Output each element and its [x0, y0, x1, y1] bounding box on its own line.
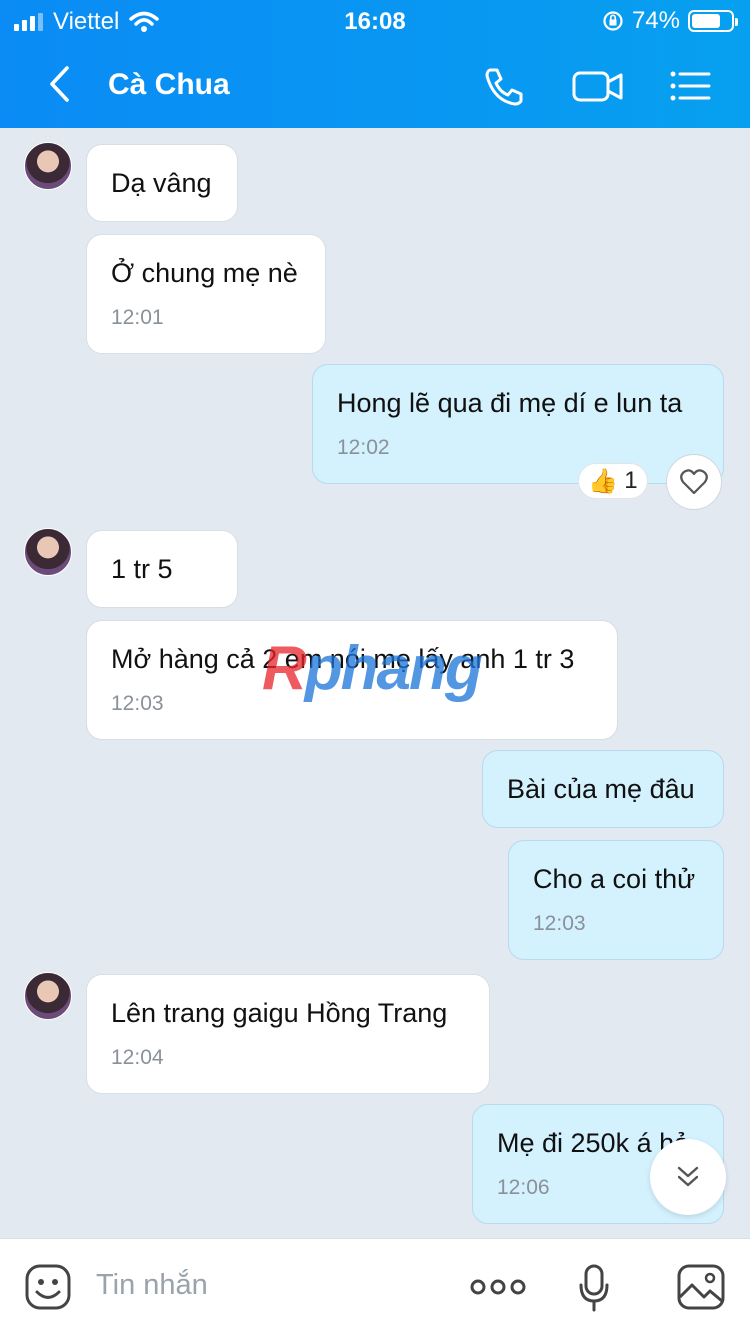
- message-text: Dạ vâng: [111, 168, 212, 198]
- message-time: 12:03: [533, 912, 586, 936]
- message-bubble[interactable]: 1 tr 5: [86, 530, 238, 609]
- phone-icon[interactable]: [480, 62, 528, 110]
- battery-icon: [688, 10, 738, 32]
- message-bubble[interactable]: Lên trang gaigu Hồng Trang 12:04: [86, 974, 490, 1094]
- back-arrow-icon[interactable]: [40, 62, 80, 106]
- scroll-to-bottom-button[interactable]: [650, 1139, 726, 1215]
- double-chevron-down-icon: [677, 1166, 699, 1187]
- status-right: 74%: [602, 7, 738, 35]
- thumbs-up-icon: 👍: [588, 467, 619, 495]
- reaction-count: 1: [624, 467, 638, 494]
- message-bubble[interactable]: Bài của mẹ đâu: [482, 750, 724, 829]
- message-composer: Tin nhắn: [0, 1238, 750, 1334]
- message-text: Bài của mẹ đâu: [507, 774, 695, 804]
- message-text: Cho a coi thử: [533, 864, 696, 894]
- watermark-logo: Rphang: [262, 634, 483, 703]
- heart-icon: [680, 469, 708, 495]
- more-options-icon[interactable]: [470, 1275, 526, 1299]
- menu-list-icon[interactable]: [666, 62, 714, 110]
- message-bubble[interactable]: Dạ vâng: [86, 144, 238, 223]
- status-bar: Viettel 16:08 74%: [0, 0, 750, 40]
- message-input[interactable]: Tin nhắn: [96, 1269, 208, 1302]
- message-text: 1 tr 5: [111, 554, 173, 584]
- contact-name[interactable]: Cà Chua: [108, 68, 230, 102]
- chat-area[interactable]: Dạ vâng Ở chung mẹ nè 12:01 Hong lẽ qua …: [0, 128, 750, 1238]
- message-text: Ở chung mẹ nè: [111, 258, 298, 288]
- video-call-icon[interactable]: [570, 62, 626, 110]
- message-bubble[interactable]: Hong lẽ qua đi mẹ dí e lun ta 12:02: [312, 364, 724, 484]
- nav-bar: Cà Chua: [0, 44, 750, 128]
- message-bubble[interactable]: Ở chung mẹ nè 12:01: [86, 234, 326, 354]
- message-time: 12:04: [111, 1046, 164, 1070]
- sticker-emoji-icon[interactable]: [24, 1263, 72, 1311]
- message-time: 12:01: [111, 306, 164, 330]
- message-text: Hong lẽ qua đi mẹ dí e lun ta: [337, 388, 683, 418]
- rotation-lock-icon: [603, 11, 623, 31]
- react-heart-button[interactable]: [666, 454, 722, 510]
- message-text: Lên trang gaigu Hồng Trang: [111, 998, 448, 1028]
- avatar[interactable]: [24, 972, 72, 1020]
- message-time: 12:02: [337, 436, 390, 460]
- reaction-badge[interactable]: 👍 1: [578, 463, 648, 499]
- battery-percent: 74%: [631, 7, 680, 34]
- header-bar: Viettel 16:08 74% Cà Chua: [0, 0, 750, 128]
- avatar[interactable]: [24, 528, 72, 576]
- message-bubble[interactable]: Cho a coi thử 12:03: [508, 840, 724, 960]
- image-gallery-icon[interactable]: [676, 1263, 726, 1311]
- avatar[interactable]: [24, 142, 72, 190]
- microphone-icon[interactable]: [578, 1263, 610, 1313]
